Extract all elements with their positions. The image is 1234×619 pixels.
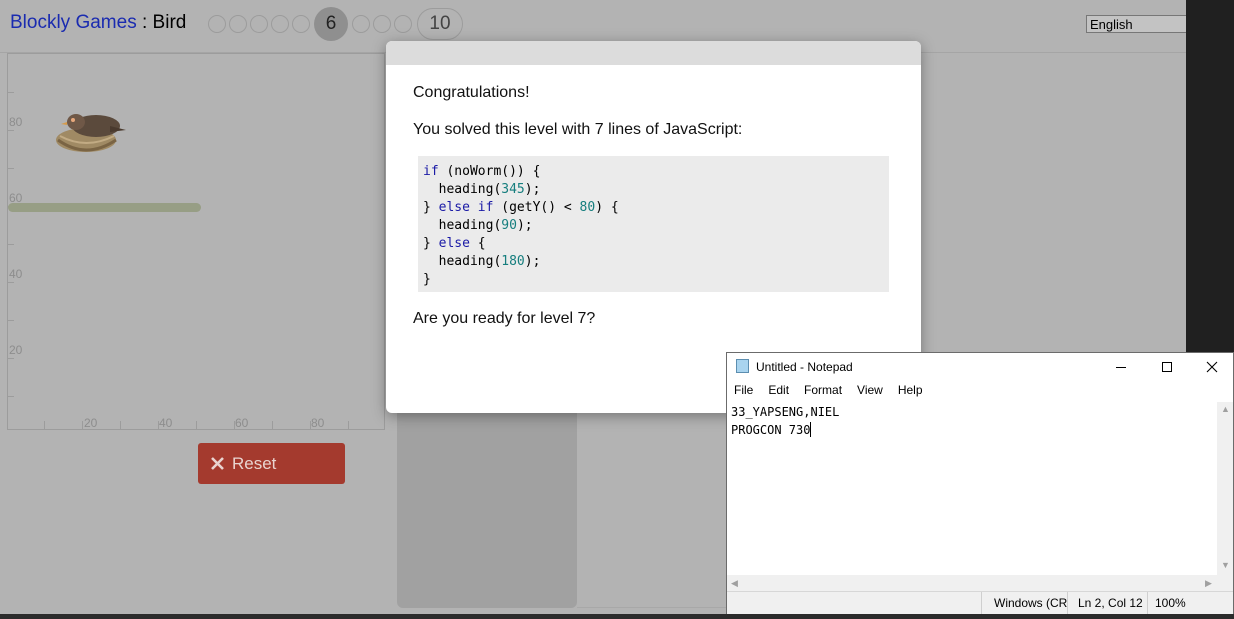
x-axis-label: 40 — [159, 416, 173, 430]
menu-help[interactable]: Help — [891, 383, 931, 401]
page-title: Blockly Games : Bird — [10, 12, 186, 34]
dialog-message: You solved this level with 7 lines of Ja… — [413, 121, 743, 138]
close-button[interactable] — [1189, 355, 1234, 379]
menu-edit[interactable]: Edit — [761, 383, 797, 401]
x-tick — [234, 421, 235, 429]
level-8-dot[interactable] — [373, 15, 391, 33]
x-tick — [82, 421, 83, 429]
y-tick — [8, 244, 14, 245]
level-3-dot[interactable] — [250, 15, 268, 33]
level-1-dot[interactable] — [208, 15, 226, 33]
vertical-scrollbar[interactable]: ▲ ▼ — [1217, 402, 1233, 575]
maximize-button[interactable] — [1144, 355, 1190, 379]
y-axis-label: 40 — [9, 267, 23, 281]
y-tick — [8, 168, 14, 169]
notepad-window: Untitled - Notepad File Edit Format View… — [726, 352, 1234, 614]
level-7-dot[interactable] — [352, 15, 370, 33]
text-line: PROGCON 730 — [731, 423, 811, 437]
level-4-dot[interactable] — [271, 15, 289, 33]
app-title-link[interactable]: Blockly Games — [10, 12, 137, 33]
code-line: heading(90); — [423, 218, 533, 233]
x-axis-label: 60 — [235, 416, 249, 430]
x-axis-label: 80 — [311, 416, 325, 430]
x-tick — [196, 421, 197, 429]
dialog-header[interactable] — [386, 41, 921, 65]
level-5-dot[interactable] — [292, 15, 310, 33]
wall-obstacle — [8, 203, 201, 212]
minimize-button[interactable] — [1098, 355, 1144, 379]
status-line-ending: Windows (CR — [994, 596, 1068, 610]
bird-in-nest-icon — [56, 114, 126, 152]
close-icon — [211, 457, 224, 470]
y-tick — [8, 130, 14, 131]
x-tick — [120, 421, 121, 429]
scrollbar-corner — [1217, 575, 1233, 591]
maximize-icon — [1162, 362, 1172, 372]
scroll-down-arrow-icon[interactable]: ▼ — [1221, 560, 1230, 570]
code-line: } — [423, 272, 431, 287]
code-line: } else if (getY() < 80) { — [423, 200, 619, 215]
level-selector: 6 10 — [208, 7, 466, 41]
y-tick — [8, 320, 14, 321]
menu-view[interactable]: View — [850, 383, 891, 401]
y-axis-label: 20 — [9, 343, 23, 357]
next-level-prompt: Are you ready for level 7? — [413, 310, 596, 327]
menu-format[interactable]: Format — [797, 383, 850, 401]
workspace-divider — [577, 607, 727, 608]
x-axis-label: 20 — [84, 416, 98, 430]
scroll-left-arrow-icon[interactable]: ◀ — [731, 578, 738, 589]
notepad-menubar: File Edit Format View Help — [727, 383, 931, 401]
y-axis-label: 80 — [9, 115, 23, 129]
close-icon — [1206, 361, 1218, 373]
level-2-dot[interactable] — [229, 15, 247, 33]
scroll-right-arrow-icon[interactable]: ▶ — [1205, 578, 1212, 589]
level-9-dot[interactable] — [394, 15, 412, 33]
x-tick — [44, 421, 45, 429]
code-line: } else { — [423, 236, 486, 251]
status-cursor-position: Ln 2, Col 12 — [1078, 596, 1143, 610]
code-line: heading(180); — [423, 254, 541, 269]
status-separator — [981, 592, 982, 614]
code-line: heading(345); — [423, 182, 541, 197]
y-tick — [8, 92, 14, 93]
language-select[interactable]: English — [1086, 15, 1186, 33]
code-line: if (noWorm()) { — [423, 164, 541, 179]
status-zoom: 100% — [1155, 596, 1186, 610]
y-tick — [8, 396, 14, 397]
text-line: 33_YAPSENG,NIEL — [731, 405, 840, 419]
x-tick — [348, 421, 349, 429]
current-level[interactable]: 6 — [314, 7, 348, 41]
reset-button[interactable]: Reset — [198, 443, 345, 484]
notepad-icon — [736, 359, 749, 373]
workspace-area — [397, 400, 577, 608]
notepad-titlebar[interactable]: Untitled - Notepad — [727, 353, 1233, 381]
notepad-statusbar: Windows (CR Ln 2, Col 12 100% — [727, 591, 1233, 614]
title-separator: : — [136, 12, 153, 33]
notepad-text-area[interactable]: 33_YAPSENG,NIEL PROGCON 730 — [731, 403, 839, 439]
text-line-with-caret: PROGCON 730 — [731, 421, 839, 439]
reset-label: Reset — [232, 453, 277, 473]
text-caret — [810, 422, 812, 437]
scroll-up-arrow-icon[interactable]: ▲ — [1221, 404, 1230, 414]
status-separator — [1147, 592, 1148, 614]
dialog-heading: Congratulations! — [413, 84, 530, 101]
x-tick — [158, 421, 159, 429]
minimize-icon — [1116, 367, 1126, 368]
y-tick — [8, 358, 14, 359]
menu-file[interactable]: File — [727, 383, 761, 401]
notepad-title: Untitled - Notepad — [756, 360, 853, 374]
game-name: Bird — [152, 12, 187, 33]
y-tick — [8, 282, 14, 283]
horizontal-scrollbar[interactable]: ◀ ▶ — [727, 575, 1217, 591]
taskbar-edge — [0, 614, 1234, 619]
x-tick — [310, 421, 311, 429]
last-level[interactable]: 10 — [417, 8, 463, 40]
code-block: if (noWorm()) { heading(345); } else if … — [418, 156, 889, 292]
x-tick — [272, 421, 273, 429]
status-separator — [1067, 592, 1068, 614]
